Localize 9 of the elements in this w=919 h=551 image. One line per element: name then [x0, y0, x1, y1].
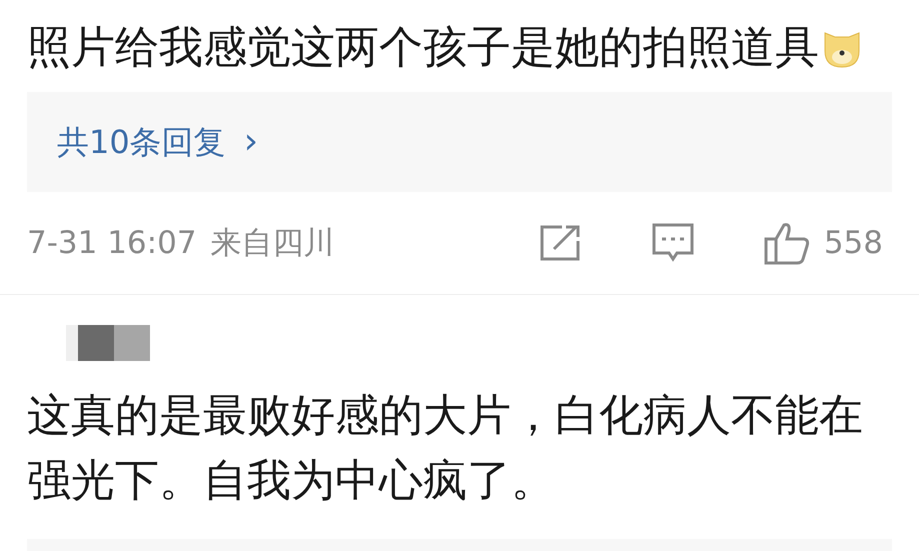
share-icon[interactable]	[540, 225, 580, 261]
comment-location: 来自四川	[210, 224, 335, 263]
like-count: 558	[824, 224, 883, 263]
comment-time: 7-31 16:07	[27, 224, 197, 263]
replies-link[interactable]: 共10条回复 ›	[57, 115, 258, 169]
thumbs-up-icon[interactable]	[764, 221, 810, 265]
comment-text: 照片给我感觉这两个孩子是她的拍照道具	[27, 23, 819, 73]
comment-body: 这真的是最败好感的大片，白化病人不能在强光下。自我为中心疯了。	[27, 389, 864, 508]
comment-icon[interactable]	[652, 223, 694, 263]
